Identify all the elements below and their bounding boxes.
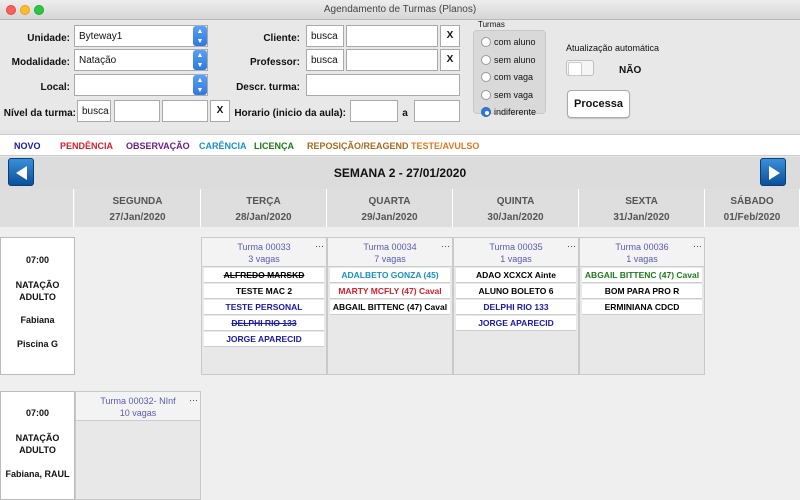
day-header-sabado: SÁBADO 01/Feb/2020 — [705, 189, 800, 227]
day-header-segunda: SEGUNDA 27/Jan/2020 — [75, 189, 201, 227]
professor-field[interactable] — [346, 49, 438, 71]
student-list: ABGAIL BITTENC (47) Caval BOM PARA PRO RE… — [580, 268, 704, 315]
local-select[interactable]: ▲ ▼ — [74, 74, 208, 96]
student-entry[interactable]: ADALBETO GONZA (45) — [330, 268, 450, 283]
radio-icon — [481, 37, 491, 47]
legend-teste-avulso: TESTE/AVULSO — [411, 141, 480, 151]
more-options-icon[interactable]: ··· — [189, 394, 198, 406]
processa-button[interactable]: Processa — [567, 90, 630, 118]
student-entry[interactable]: DELPHI RIO 133 — [456, 300, 576, 315]
turmas-title: Turmas — [478, 20, 505, 29]
more-options-icon[interactable]: ··· — [693, 240, 702, 252]
student-entry[interactable]: ABGAIL BITTENC (47) Caval — [582, 268, 702, 283]
day-header-quinta: QUINTA 30/Jan/2020 — [453, 189, 579, 227]
more-options-icon[interactable]: ··· — [567, 240, 576, 252]
auto-update-toggle[interactable] — [566, 60, 594, 76]
auto-update-value: NÃO — [619, 65, 642, 76]
horario-start-field[interactable] — [350, 100, 398, 122]
local-label: Local: — [40, 82, 70, 93]
more-options-icon[interactable]: ··· — [315, 240, 324, 252]
nivel-clear-button[interactable]: X — [210, 100, 230, 122]
day-header-quarta: QUARTA 29/Jan/2020 — [327, 189, 453, 227]
class-box[interactable]: Turma 00033 3 vagas ··· ALFREDO MARSKD TES… — [201, 237, 327, 375]
legend-observacao: OBSERVAÇÃO — [126, 141, 190, 151]
class-header[interactable]: Turma 00035 1 vagas ··· — [454, 238, 578, 267]
descr-turma-field[interactable] — [306, 74, 460, 96]
radio-com-aluno[interactable]: com aluno — [481, 37, 536, 47]
student-entry[interactable]: ADAO XCXCX Ainte — [456, 268, 576, 283]
nivel-name-field[interactable] — [162, 100, 208, 122]
class-header[interactable]: Turma 00033 3 vagas ··· — [202, 238, 326, 267]
day-header-sexta: SEXTA 31/Jan/2020 — [579, 189, 705, 227]
student-entry[interactable]: ERMINIANA CDCD — [582, 300, 702, 315]
student-list: ALFREDO MARSKD TESTE MAC 2 TESTE PERSONAL D… — [202, 268, 326, 347]
student-entry[interactable]: TESTE PERSONAL — [204, 300, 324, 315]
legend-novo: NOVO — [14, 141, 41, 151]
unidade-select[interactable]: Byteway1 ▲ ▼ — [74, 25, 208, 47]
chevron-updown-icon: ▲ ▼ — [193, 50, 207, 70]
radio-icon — [481, 90, 491, 100]
student-entry[interactable]: BOM PARA PRO R — [582, 284, 702, 299]
radio-indiferente[interactable]: indiferente — [481, 107, 536, 117]
student-entry[interactable]: JORGE APARECID — [204, 332, 324, 347]
descr-turma-label: Descr. turma: — [236, 82, 300, 93]
cliente-busca-button[interactable]: busca — [306, 25, 344, 47]
radio-com-vaga[interactable]: com vaga — [481, 72, 533, 82]
student-list: ADAO XCXCX Ainte ALUNO BOLETO 6 DELPHI RIO… — [454, 268, 578, 331]
modalidade-label: Modalidade: — [11, 57, 70, 68]
student-entry[interactable]: TESTE MAC 2 — [204, 284, 324, 299]
radio-sem-aluno[interactable]: sem aluno — [481, 55, 536, 65]
cliente-label: Cliente: — [263, 33, 300, 44]
class-box[interactable]: Turma 00035 1 vagas ··· ADAO XCXCX Ainte A… — [453, 237, 579, 375]
student-list: ADALBETO GONZA (45) MARTY MCFLY (47) Cava… — [328, 268, 452, 315]
day-header-terca: TERÇA 28/Jan/2020 — [201, 189, 327, 227]
professor-label: Professor: — [249, 57, 300, 68]
radio-selected-icon — [481, 107, 491, 117]
window-title: Agendamento de Turmas (Planos) — [323, 4, 477, 15]
class-header[interactable]: Turma 00034 7 vagas ··· — [328, 238, 452, 267]
student-entry[interactable]: ALFREDO MARSKD — [204, 268, 324, 283]
nivel-busca-button[interactable]: busca — [77, 100, 111, 122]
cliente-field[interactable] — [346, 25, 438, 47]
horario-end-field[interactable] — [414, 100, 460, 122]
modalidade-select[interactable]: Natação ▲ ▼ — [74, 49, 208, 71]
horario-separator: a — [402, 108, 408, 119]
class-box[interactable]: Turma 00034 7 vagas ··· ADALBETO GONZA (4… — [327, 237, 453, 375]
student-entry[interactable]: JORGE APARECID — [456, 316, 576, 331]
legend-licenca: LICENÇA — [254, 141, 294, 151]
nivel-code-field[interactable] — [114, 100, 160, 122]
class-box[interactable]: Turma 00032- NInf 10 vagas ··· — [75, 391, 201, 500]
radio-icon — [481, 72, 491, 82]
auto-update-label: Atualização automática — [566, 43, 660, 53]
class-header[interactable]: Turma 00036 1 vagas ··· — [580, 238, 704, 267]
chevron-updown-icon: ▲ ▼ — [193, 26, 207, 46]
nivel-label: Nível da turma: — [3, 108, 76, 119]
more-options-icon[interactable]: ··· — [441, 240, 450, 252]
horario-label: Horario (inicio da aula): — [234, 108, 346, 119]
professor-clear-button[interactable]: X — [440, 49, 460, 71]
radio-icon — [481, 55, 491, 65]
class-header[interactable]: Turma 00032- NInf 10 vagas ··· — [76, 392, 200, 421]
student-entry[interactable]: ALUNO BOLETO 6 — [456, 284, 576, 299]
legend-carencia: CARÊNCIA — [199, 141, 247, 151]
time-slot-card[interactable]: 07:00 NATAÇÃO ADULTO Fabiana, RAUL — [0, 391, 75, 500]
student-entry[interactable]: MARTY MCFLY (47) Caval — [330, 284, 450, 299]
student-entry[interactable]: DELPHI RIO 133 — [204, 316, 324, 331]
unidade-label: Unidade: — [27, 33, 70, 44]
title-bar: Agendamento de Turmas (Planos) — [0, 0, 800, 20]
status-legend: NOVO PENDÊNCIA OBSERVAÇÃO CARÊNCIA LICEN… — [0, 134, 800, 156]
legend-reposicao: REPOSIÇÃO/REAGEND — [307, 141, 409, 151]
class-box[interactable]: Turma 00036 1 vagas ··· ABGAIL BITTENC (4… — [579, 237, 705, 375]
student-entry[interactable]: ABGAIL BITTENC (47) Caval — [330, 300, 450, 315]
cliente-clear-button[interactable]: X — [440, 25, 460, 47]
time-slot-card[interactable]: 07:00 NATAÇÃO ADULTO Fabiana Piscina G — [0, 237, 75, 375]
legend-pendencia: PENDÊNCIA — [60, 141, 114, 151]
professor-busca-button[interactable]: busca — [306, 49, 344, 71]
radio-sem-vaga[interactable]: sem vaga — [481, 90, 533, 100]
week-title: SEMANA 2 - 27/01/2020 — [333, 166, 467, 180]
chevron-updown-icon: ▲ ▼ — [193, 75, 207, 95]
time-column-header — [0, 189, 74, 227]
